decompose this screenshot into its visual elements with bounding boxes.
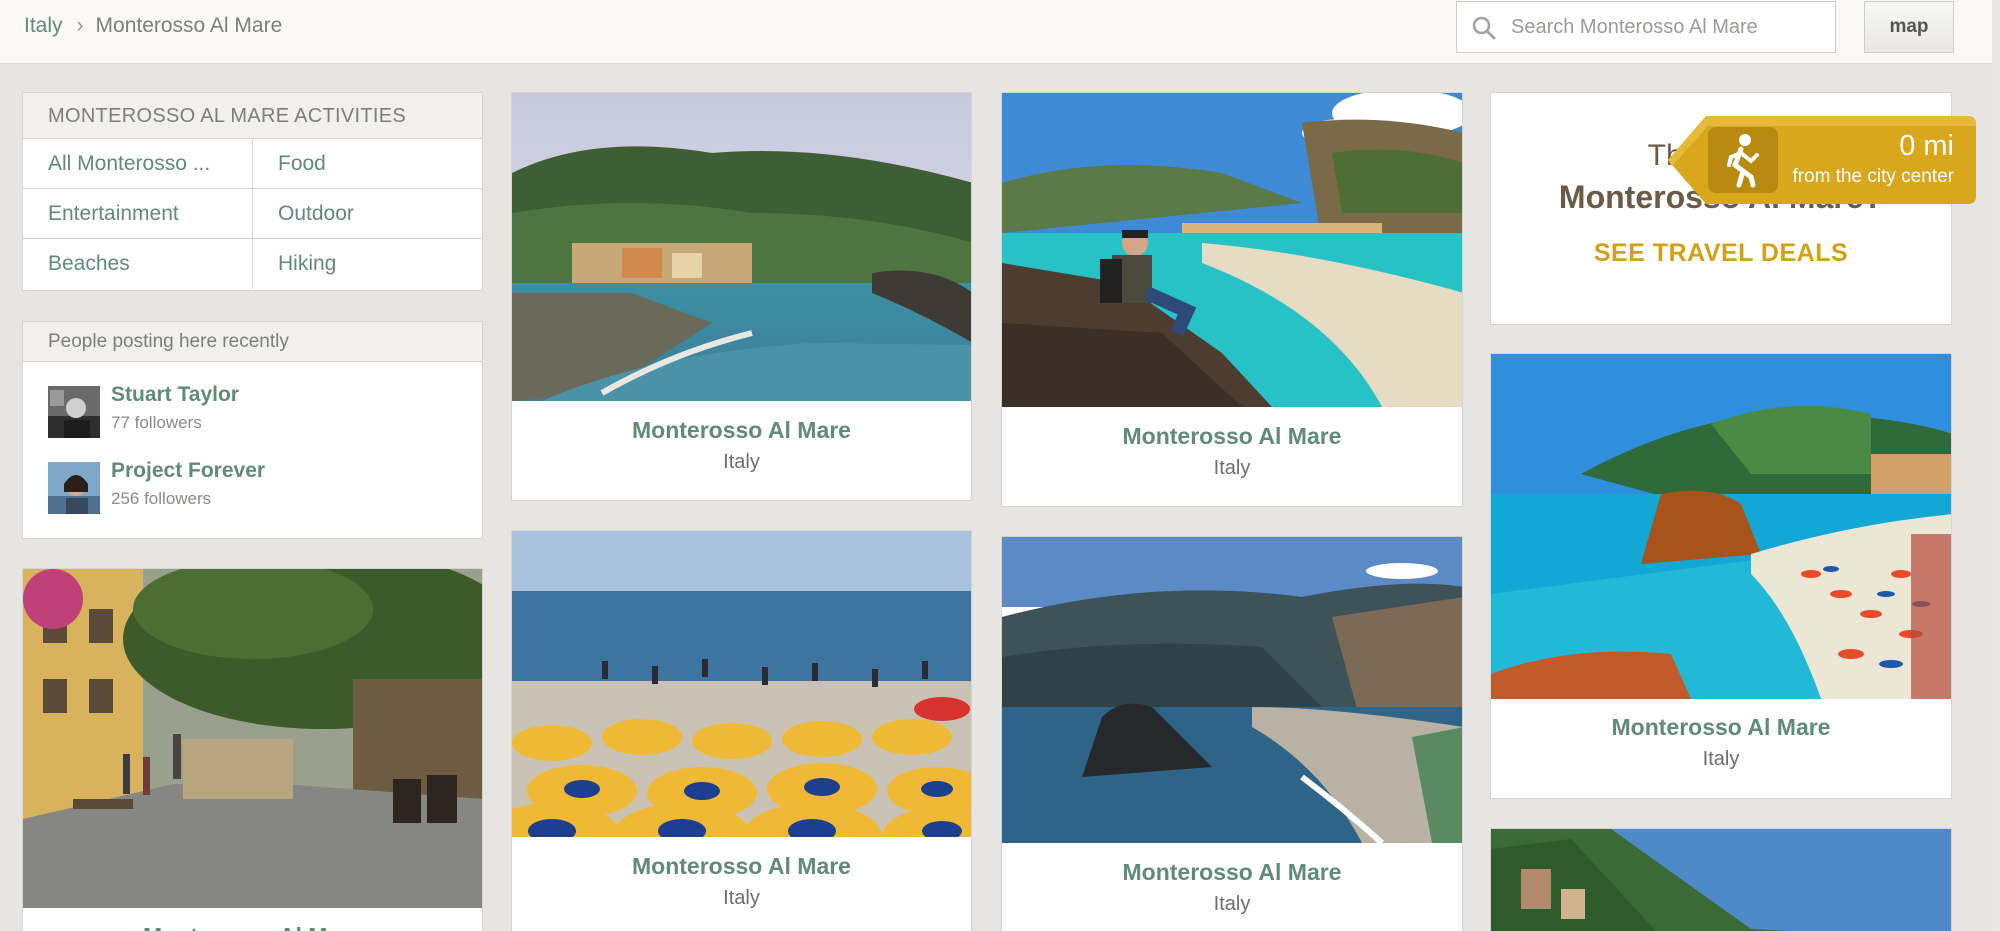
card-title[interactable]: Monterosso Al Mare (1491, 714, 1951, 741)
search-box[interactable] (1456, 1, 1836, 53)
activity-food-link[interactable]: Food (253, 139, 482, 189)
breadcrumb-italy-link[interactable]: Italy (24, 14, 63, 37)
distance-badge[interactable]: 0 mi from the city center (1668, 116, 1976, 204)
card-subtitle: Italy (723, 887, 760, 909)
people-heading: People posting here recently (23, 322, 482, 362)
activity-all-link[interactable]: All Monterosso ... (23, 139, 253, 189)
photo-card[interactable]: Monterosso Al Mare (22, 568, 483, 931)
distance-label: from the city center (1792, 166, 1954, 187)
search-icon (1472, 16, 1496, 40)
top-bar: Italy › Monterosso Al Mare map (0, 0, 2000, 64)
fegina-beach-photo[interactable] (1491, 354, 1952, 699)
activities-heading: MONTEROSSO AL MARE ACTIVITIES (23, 93, 482, 139)
hiker-coast-photo[interactable] (1002, 93, 1463, 407)
coast-photo[interactable] (512, 93, 972, 401)
card-subtitle: Italy (1213, 457, 1251, 479)
card-subtitle: Italy (723, 451, 760, 473)
breadcrumb-separator: › (76, 14, 84, 37)
rock-bay-photo[interactable] (1002, 537, 1463, 843)
card-title[interactable]: Monterosso Al Mare (512, 853, 971, 880)
person-name[interactable]: Project Forever (111, 459, 265, 483)
photo-card[interactable]: Monterosso Al Mare Italy (1490, 353, 1952, 799)
card-title[interactable]: Monterosso Al Mare (1002, 423, 1462, 450)
person-followers: 77 followers (111, 413, 202, 432)
person-followers: 256 followers (111, 489, 212, 508)
people-panel: People posting here recently Stuart Tayl… (22, 321, 483, 539)
photo-card[interactable]: Monterosso Al Mare Italy (511, 530, 972, 931)
person-item[interactable]: Stuart Taylor 77 followers (23, 362, 482, 438)
activity-hiking-link[interactable]: Hiking (253, 239, 482, 289)
street-photo[interactable] (23, 569, 483, 908)
activity-entertainment-link[interactable]: Entertainment (23, 189, 253, 239)
card-title[interactable]: Monterosso Al Mare (512, 417, 971, 444)
card-title[interactable]: Monterosso Al Mare (1002, 859, 1462, 886)
pedestrian-icon (1708, 127, 1778, 193)
card-title[interactable]: Monterosso Al Mare (23, 923, 482, 931)
card-subtitle: Italy (1702, 748, 1740, 770)
breadcrumb-current: Monterosso Al Mare (95, 14, 283, 37)
activities-grid: All Monterosso ... Food Entertainment Ou… (23, 139, 482, 289)
beach-umbrellas-photo[interactable] (512, 531, 972, 837)
photo-card[interactable]: Monterosso Al Mare Italy (1001, 92, 1463, 507)
activity-beaches-link[interactable]: Beaches (23, 239, 253, 289)
photo-card[interactable]: Monterosso Al Mare Italy (511, 92, 972, 501)
hillside-photo[interactable] (1491, 829, 1952, 931)
scrollbar[interactable] (1992, 0, 2000, 931)
breadcrumb: Italy › Monterosso Al Mare (24, 12, 282, 40)
person-item[interactable]: Project Forever 256 followers (23, 438, 482, 514)
activity-outdoor-link[interactable]: Outdoor (253, 189, 482, 239)
photo-card[interactable]: Monterosso Al Mare Italy (1001, 536, 1463, 931)
avatar[interactable] (48, 386, 100, 438)
activities-panel: MONTEROSSO AL MARE ACTIVITIES All Monter… (22, 92, 483, 291)
card-subtitle: Italy (1213, 893, 1251, 915)
photo-card[interactable] (1490, 828, 1952, 931)
see-travel-deals-link[interactable]: SEE TRAVEL DEALS (1491, 239, 1951, 268)
person-name[interactable]: Stuart Taylor (111, 383, 239, 407)
search-input[interactable] (1511, 2, 1826, 52)
avatar[interactable] (48, 462, 100, 514)
distance-value: 0 mi (1899, 130, 1954, 162)
map-button[interactable]: map (1864, 1, 1954, 53)
